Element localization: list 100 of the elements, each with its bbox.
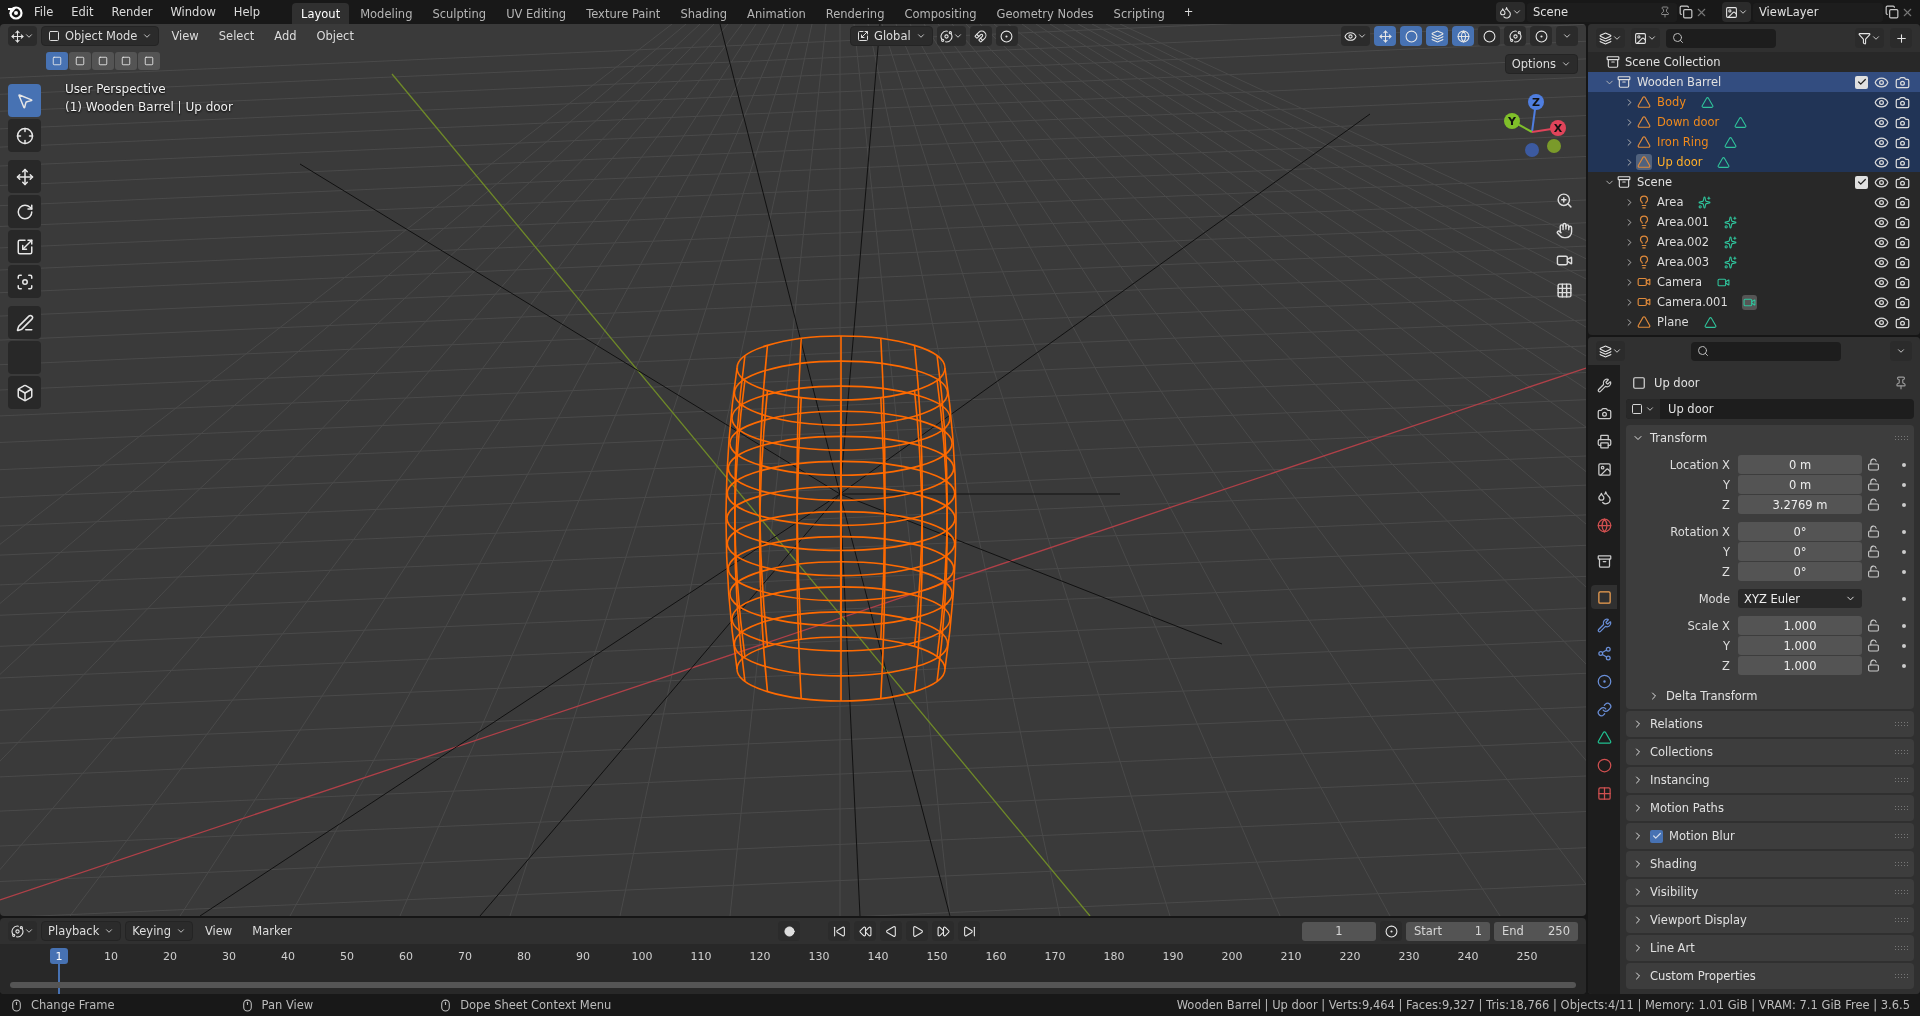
scene-field[interactable]: Scene — [1527, 2, 1677, 22]
workspace-tab[interactable]: Sculpting — [423, 3, 496, 25]
panel-header[interactable]: Motion Paths — [1626, 795, 1914, 821]
camera-icon[interactable] — [1895, 214, 1910, 230]
outliner-row[interactable]: Area.003 — [1588, 252, 1920, 272]
workspace-tab[interactable]: Layout — [292, 3, 350, 25]
lock-icon[interactable] — [1867, 639, 1881, 652]
workspace-tab[interactable]: UV Editing — [497, 3, 576, 25]
number-field[interactable]: 1.000 — [1738, 636, 1862, 655]
menu-item[interactable]: Help — [225, 2, 269, 22]
outliner-row[interactable]: Area.002 — [1588, 232, 1920, 252]
workspace-tab[interactable]: Rendering — [816, 3, 894, 25]
lock-icon[interactable] — [1867, 498, 1881, 511]
eye-icon[interactable] — [1874, 194, 1889, 210]
panel-header[interactable]: Shading — [1626, 851, 1914, 877]
eye-icon[interactable] — [1874, 274, 1889, 290]
outliner-row[interactable]: Wooden Barrel — [1588, 72, 1920, 92]
outliner-row[interactable]: Down door — [1588, 112, 1920, 132]
camera-icon[interactable] — [1895, 174, 1910, 190]
outliner-row[interactable]: Camera — [1588, 272, 1920, 292]
camera-icon[interactable] — [1895, 74, 1910, 90]
outliner-row[interactable]: Iron Ring — [1588, 132, 1920, 152]
playhead-frame[interactable]: 1 — [50, 948, 68, 964]
xray-toggle-button[interactable] — [1426, 26, 1448, 46]
app-logo-icon[interactable] — [6, 3, 24, 21]
display-mode-button[interactable] — [1631, 28, 1660, 48]
select-mode-button[interactable] — [115, 52, 137, 70]
camera-icon[interactable] — [1895, 254, 1910, 270]
mode-dropdown[interactable]: XYZ Euler — [1738, 589, 1862, 608]
panel-header[interactable]: Relations — [1626, 711, 1914, 737]
eye-icon[interactable] — [1874, 114, 1889, 130]
search-field[interactable] — [1691, 341, 1841, 361]
shading-mode-button[interactable] — [1452, 26, 1474, 46]
panel-header[interactable]: Collections — [1626, 739, 1914, 765]
editor-type-button[interactable] — [1596, 341, 1625, 361]
menu-item[interactable]: Render — [103, 2, 161, 22]
select-mode-button[interactable] — [46, 52, 68, 70]
workspace-tab[interactable]: Shading — [671, 3, 737, 25]
menu-item[interactable]: Add — [266, 26, 305, 46]
keyframe-dot[interactable] — [1902, 462, 1906, 467]
workspace-tab[interactable]: Texture Paint — [577, 3, 670, 25]
lock-icon[interactable] — [1867, 565, 1881, 578]
camera-icon[interactable] — [1895, 314, 1910, 330]
new-collection-button[interactable] — [1890, 28, 1912, 48]
editor-type-button[interactable] — [1596, 28, 1625, 48]
preview-range-button[interactable] — [1380, 921, 1402, 941]
mode-dropdown[interactable]: Object Mode — [41, 26, 160, 46]
eye-icon[interactable] — [1874, 134, 1889, 150]
keyframe-dot[interactable] — [1902, 529, 1906, 534]
eye-icon[interactable] — [1874, 314, 1889, 330]
number-field[interactable]: 0 m — [1738, 455, 1862, 474]
camera-icon[interactable] — [1895, 274, 1910, 290]
eye-icon[interactable] — [1874, 234, 1889, 250]
record-button[interactable] — [778, 921, 800, 941]
camera-icon[interactable] — [1895, 114, 1910, 130]
outliner-row[interactable]: Up door — [1588, 152, 1920, 172]
checkbox[interactable] — [1650, 829, 1663, 843]
eye-icon[interactable] — [1874, 294, 1889, 310]
select-mode-button[interactable] — [92, 52, 114, 70]
menu-item[interactable]: Object — [308, 26, 362, 46]
panel-header[interactable]: Viewport Display — [1626, 907, 1914, 933]
keyframe-dot[interactable] — [1902, 482, 1906, 487]
panel-header[interactable]: Custom Properties — [1626, 963, 1914, 989]
search-field[interactable] — [1666, 28, 1776, 48]
tool-button[interactable] — [8, 306, 41, 339]
number-field[interactable]: 0 m — [1738, 475, 1862, 494]
play-reverse-button[interactable] — [880, 921, 902, 941]
keyframe-dot[interactable] — [1902, 569, 1906, 574]
keyframe-dot[interactable] — [1902, 623, 1906, 628]
lock-icon[interactable] — [1867, 478, 1881, 491]
menu-item[interactable]: View — [196, 921, 241, 941]
copy-icon[interactable] — [1679, 5, 1693, 19]
tool-button[interactable] — [8, 119, 41, 152]
number-field[interactable]: 3.2769 m — [1738, 495, 1862, 514]
scrollbar[interactable] — [10, 982, 1576, 988]
tool-button[interactable] — [8, 195, 41, 228]
collection-name[interactable]: Scene Collection — [1625, 55, 1721, 69]
select-mode-button[interactable] — [138, 52, 160, 70]
number-field[interactable]: 0° — [1738, 562, 1862, 581]
workspace-tab[interactable]: Geometry Nodes — [987, 3, 1103, 25]
keyframe-dot[interactable] — [1902, 643, 1906, 648]
orientation-dropdown[interactable]: Global — [849, 26, 933, 46]
menu-item[interactable]: View — [163, 26, 207, 46]
menu-item[interactable]: Select — [210, 26, 263, 46]
panel-header[interactable]: Visibility — [1626, 879, 1914, 905]
outliner-row[interactable]: Scene — [1588, 172, 1920, 192]
panel-header[interactable]: Line Art — [1626, 935, 1914, 961]
menu-item[interactable]: Edit — [63, 2, 102, 22]
visibility-button[interactable] — [1341, 26, 1370, 46]
editor-type-button[interactable] — [8, 921, 37, 941]
outliner-row[interactable]: Area.001 — [1588, 212, 1920, 232]
outliner-row[interactable]: Plane — [1588, 312, 1920, 332]
panel-header[interactable]: Instancing — [1626, 767, 1914, 793]
workspace-tab[interactable]: Compositing — [895, 3, 986, 25]
number-field[interactable]: 1.000 — [1738, 656, 1862, 675]
gizmo-toggle-button[interactable] — [1374, 26, 1396, 46]
eye-icon[interactable] — [1874, 214, 1889, 230]
camera-icon[interactable] — [1895, 194, 1910, 210]
jump-end-button[interactable] — [958, 921, 980, 941]
view-layer-field[interactable]: ViewLayer — [1753, 2, 1883, 22]
